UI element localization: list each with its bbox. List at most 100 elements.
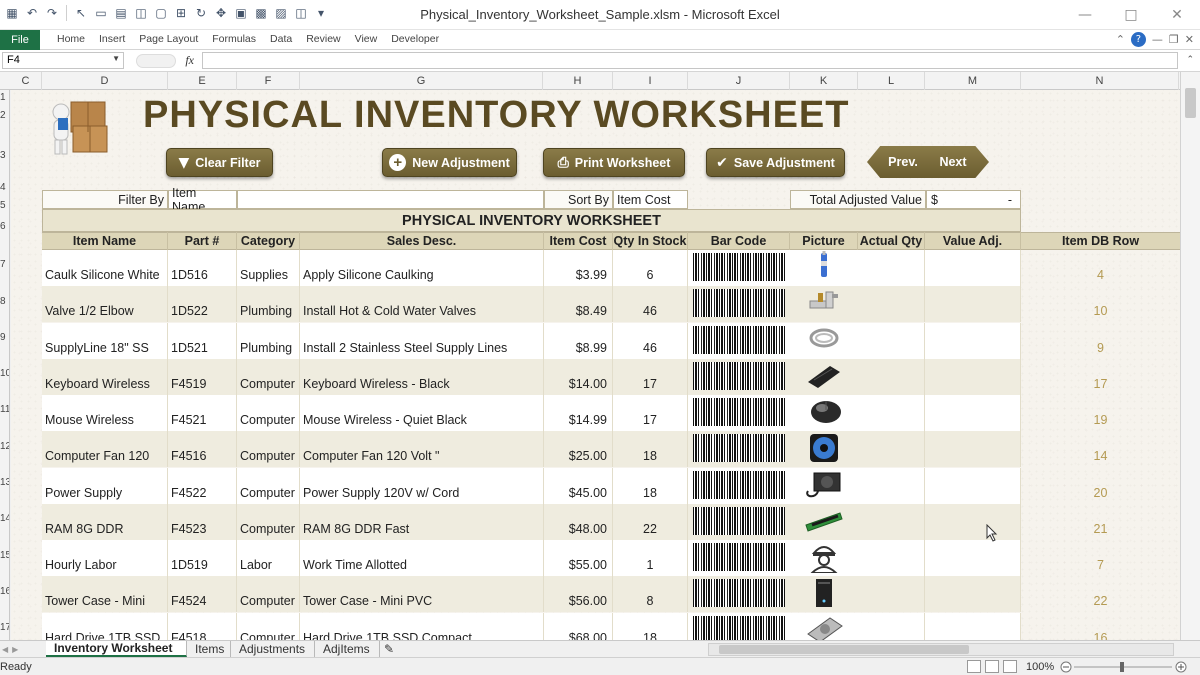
item-db-row-cell[interactable]: 17 xyxy=(1021,359,1180,395)
actual-qty-cell[interactable] xyxy=(858,358,925,395)
tab-data[interactable]: Data xyxy=(263,30,299,48)
column-header-l[interactable]: L xyxy=(858,72,925,90)
vertical-scrollbar[interactable] xyxy=(1180,72,1200,640)
row-header[interactable]: 17 xyxy=(0,622,9,633)
filter-input[interactable] xyxy=(237,190,544,209)
formula-input[interactable] xyxy=(202,52,1178,69)
value-adj-cell[interactable] xyxy=(925,431,1021,468)
page-break-view-icon[interactable] xyxy=(1003,660,1017,673)
category-cell[interactable]: Plumbing xyxy=(237,286,300,323)
insert-function-icon[interactable]: fx xyxy=(185,53,194,68)
row-header[interactable]: 11 xyxy=(0,404,9,415)
item-db-row-cell[interactable]: 9 xyxy=(1021,323,1180,359)
item-db-row-cell[interactable]: 14 xyxy=(1021,431,1180,467)
sheet-nav-arrows[interactable]: ◀ ▶ xyxy=(2,643,46,656)
actual-qty-cell[interactable] xyxy=(858,286,925,323)
row-header[interactable]: 4 xyxy=(0,182,9,193)
item-cost-cell[interactable]: $8.99 xyxy=(544,322,613,359)
sales-desc-cell[interactable]: Tower Case - Mini PVC xyxy=(300,576,544,613)
row-header[interactable]: 6 xyxy=(0,221,9,232)
actual-qty-cell[interactable] xyxy=(858,540,925,576)
qty-in-stock-cell[interactable]: 46 xyxy=(613,286,688,323)
category-cell[interactable]: Plumbing xyxy=(237,322,300,359)
sales-desc-cell[interactable]: Install Hot & Cold Water Valves xyxy=(300,286,544,323)
row-header[interactable]: 7 xyxy=(0,259,9,270)
item-name-cell[interactable]: RAM 8G DDR xyxy=(42,503,168,540)
tab-review[interactable]: Review xyxy=(299,30,347,48)
item-name-cell[interactable]: SupplyLine 18" SS xyxy=(42,322,168,359)
minimize-icon[interactable]: — xyxy=(1062,0,1108,30)
help-icon[interactable]: ? xyxy=(1130,32,1146,47)
actual-qty-cell[interactable] xyxy=(858,431,925,468)
row-header[interactable]: 5 xyxy=(0,200,9,211)
qty-in-stock-cell[interactable]: 22 xyxy=(613,503,688,540)
normal-view-icon[interactable] xyxy=(967,660,981,673)
row-header[interactable]: 15 xyxy=(0,550,9,561)
column-header-c[interactable]: C xyxy=(10,72,42,90)
item-name-cell[interactable]: Tower Case - Mini xyxy=(42,576,168,613)
horizontal-scroll-thumb[interactable] xyxy=(719,645,969,654)
item-cost-cell[interactable]: $3.99 xyxy=(544,250,613,286)
column-header-d[interactable]: D xyxy=(42,72,168,90)
value-adj-cell[interactable] xyxy=(925,612,1021,640)
page-layout-view-icon[interactable] xyxy=(985,660,999,673)
sales-desc-cell[interactable]: Power Supply 120V w/ Cord xyxy=(300,467,544,504)
item-cost-cell[interactable]: $25.00 xyxy=(544,431,613,468)
item-db-row-cell[interactable]: 16 xyxy=(1021,613,1180,641)
qty-in-stock-cell[interactable]: 8 xyxy=(613,576,688,613)
column-header-n[interactable]: N xyxy=(1021,72,1179,90)
row-header[interactable]: 9 xyxy=(0,332,9,343)
new-adjustment-button[interactable]: + New Adjustment xyxy=(382,148,517,177)
row-header[interactable]: 2 xyxy=(0,110,9,121)
actual-qty-cell[interactable] xyxy=(858,322,925,359)
item-name-cell[interactable]: Keyboard Wireless xyxy=(42,358,168,395)
actual-qty-cell[interactable] xyxy=(858,612,925,640)
value-adj-cell[interactable] xyxy=(925,286,1021,323)
item-name-cell[interactable]: Caulk Silicone White xyxy=(42,250,168,286)
prev-button[interactable]: Prev. xyxy=(867,146,927,178)
qty-in-stock-cell[interactable]: 1 xyxy=(613,540,688,576)
item-cost-cell[interactable]: $14.99 xyxy=(544,395,613,431)
workbook-restore-icon[interactable]: ❐ xyxy=(1169,33,1179,46)
tab-page-layout[interactable]: Page Layout xyxy=(132,30,205,48)
value-adj-cell[interactable] xyxy=(925,358,1021,395)
next-button[interactable]: Next xyxy=(927,146,989,178)
category-cell[interactable]: Computer xyxy=(237,358,300,395)
part-number-cell[interactable]: 1D519 xyxy=(168,540,237,576)
item-name-cell[interactable]: Mouse Wireless xyxy=(42,395,168,431)
item-db-row-cell[interactable]: 7 xyxy=(1021,540,1180,576)
category-cell[interactable]: Computer xyxy=(237,431,300,468)
sales-desc-cell[interactable]: Work Time Allotted xyxy=(300,540,544,576)
sales-desc-cell[interactable]: Hard Drive 1TB SSD Compact xyxy=(300,612,544,640)
item-name-cell[interactable]: Hourly Labor xyxy=(42,540,168,576)
part-number-cell[interactable]: F4521 xyxy=(168,395,237,431)
horizontal-scrollbar[interactable] xyxy=(708,643,1174,656)
new-sheet-icon[interactable]: ✎ xyxy=(380,641,398,657)
qty-in-stock-cell[interactable]: 17 xyxy=(613,395,688,431)
print-worksheet-button[interactable]: ⎙ Print Worksheet xyxy=(543,148,685,177)
item-db-row-cell[interactable]: 21 xyxy=(1021,504,1180,540)
column-header-k[interactable]: K xyxy=(790,72,858,90)
qty-in-stock-cell[interactable]: 17 xyxy=(613,358,688,395)
qty-in-stock-cell[interactable]: 6 xyxy=(613,250,688,286)
tab-insert[interactable]: Insert xyxy=(92,30,132,48)
column-header-i[interactable]: I xyxy=(613,72,688,90)
row-header[interactable]: 3 xyxy=(0,150,9,161)
item-cost-cell[interactable]: $68.00 xyxy=(544,612,613,640)
item-db-row-cell[interactable]: 20 xyxy=(1021,468,1180,504)
sales-desc-cell[interactable]: Computer Fan 120 Volt " xyxy=(300,431,544,468)
sales-desc-cell[interactable]: Install 2 Stainless Steel Supply Lines xyxy=(300,322,544,359)
tab-view[interactable]: View xyxy=(348,30,385,48)
item-cost-cell[interactable]: $55.00 xyxy=(544,540,613,576)
column-header-j[interactable]: J xyxy=(688,72,790,90)
item-db-row-cell[interactable]: 22 xyxy=(1021,576,1180,612)
category-cell[interactable]: Computer xyxy=(237,503,300,540)
sort-field-select[interactable]: Item Cost xyxy=(613,190,688,209)
item-name-cell[interactable]: Computer Fan 120 xyxy=(42,431,168,468)
part-number-cell[interactable]: 1D522 xyxy=(168,286,237,323)
maximize-icon[interactable]: □ xyxy=(1108,0,1154,30)
first-sheet-icon[interactable]: ◀ xyxy=(2,645,8,654)
actual-qty-cell[interactable] xyxy=(858,467,925,504)
item-db-row-cell[interactable]: 4 xyxy=(1021,250,1180,286)
part-number-cell[interactable]: F4516 xyxy=(168,431,237,468)
